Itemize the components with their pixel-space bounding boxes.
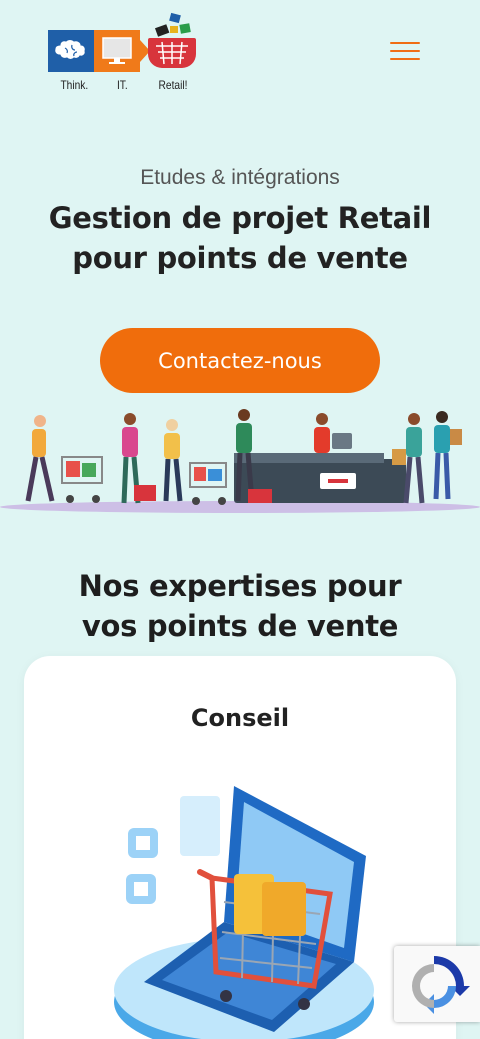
hamburger-icon[interactable]: [390, 42, 420, 66]
logo-word-it: IT.: [116, 78, 128, 92]
expertises-title-line-2: vos points de vente: [81, 609, 399, 643]
checkout-queue-illustration: [0, 409, 480, 513]
basket-icon: [148, 38, 196, 68]
laptop-shopping-cart-illustration: [114, 786, 374, 1039]
logo-word-retail: Retail!: [158, 78, 188, 92]
hero-title: Gestion de projet Retail pour points de …: [20, 198, 460, 278]
logo[interactable]: Think. IT. Retail!: [48, 12, 198, 96]
recaptcha-icon: [412, 956, 470, 1014]
expertise-card-conseil[interactable]: Conseil: [24, 656, 456, 1039]
recaptcha-badge[interactable]: [394, 946, 480, 1022]
card-title: Conseil: [190, 704, 290, 732]
hero-title-line-2: pour points de vente: [72, 241, 408, 275]
contact-button[interactable]: Contactez-nous: [100, 328, 380, 393]
monitor-icon: [94, 30, 140, 72]
site-header: Think. IT. Retail!: [0, 0, 480, 110]
hero-eyebrow: Etudes & intégrations: [140, 166, 340, 189]
brain-icon: [48, 30, 94, 72]
hero-title-line-1: Gestion de projet Retail: [48, 201, 432, 235]
expertises-title: Nos expertises pour vos points de vente: [20, 566, 460, 646]
expertises-title-line-1: Nos expertises pour: [78, 569, 402, 603]
logo-word-think: Think.: [60, 78, 89, 92]
